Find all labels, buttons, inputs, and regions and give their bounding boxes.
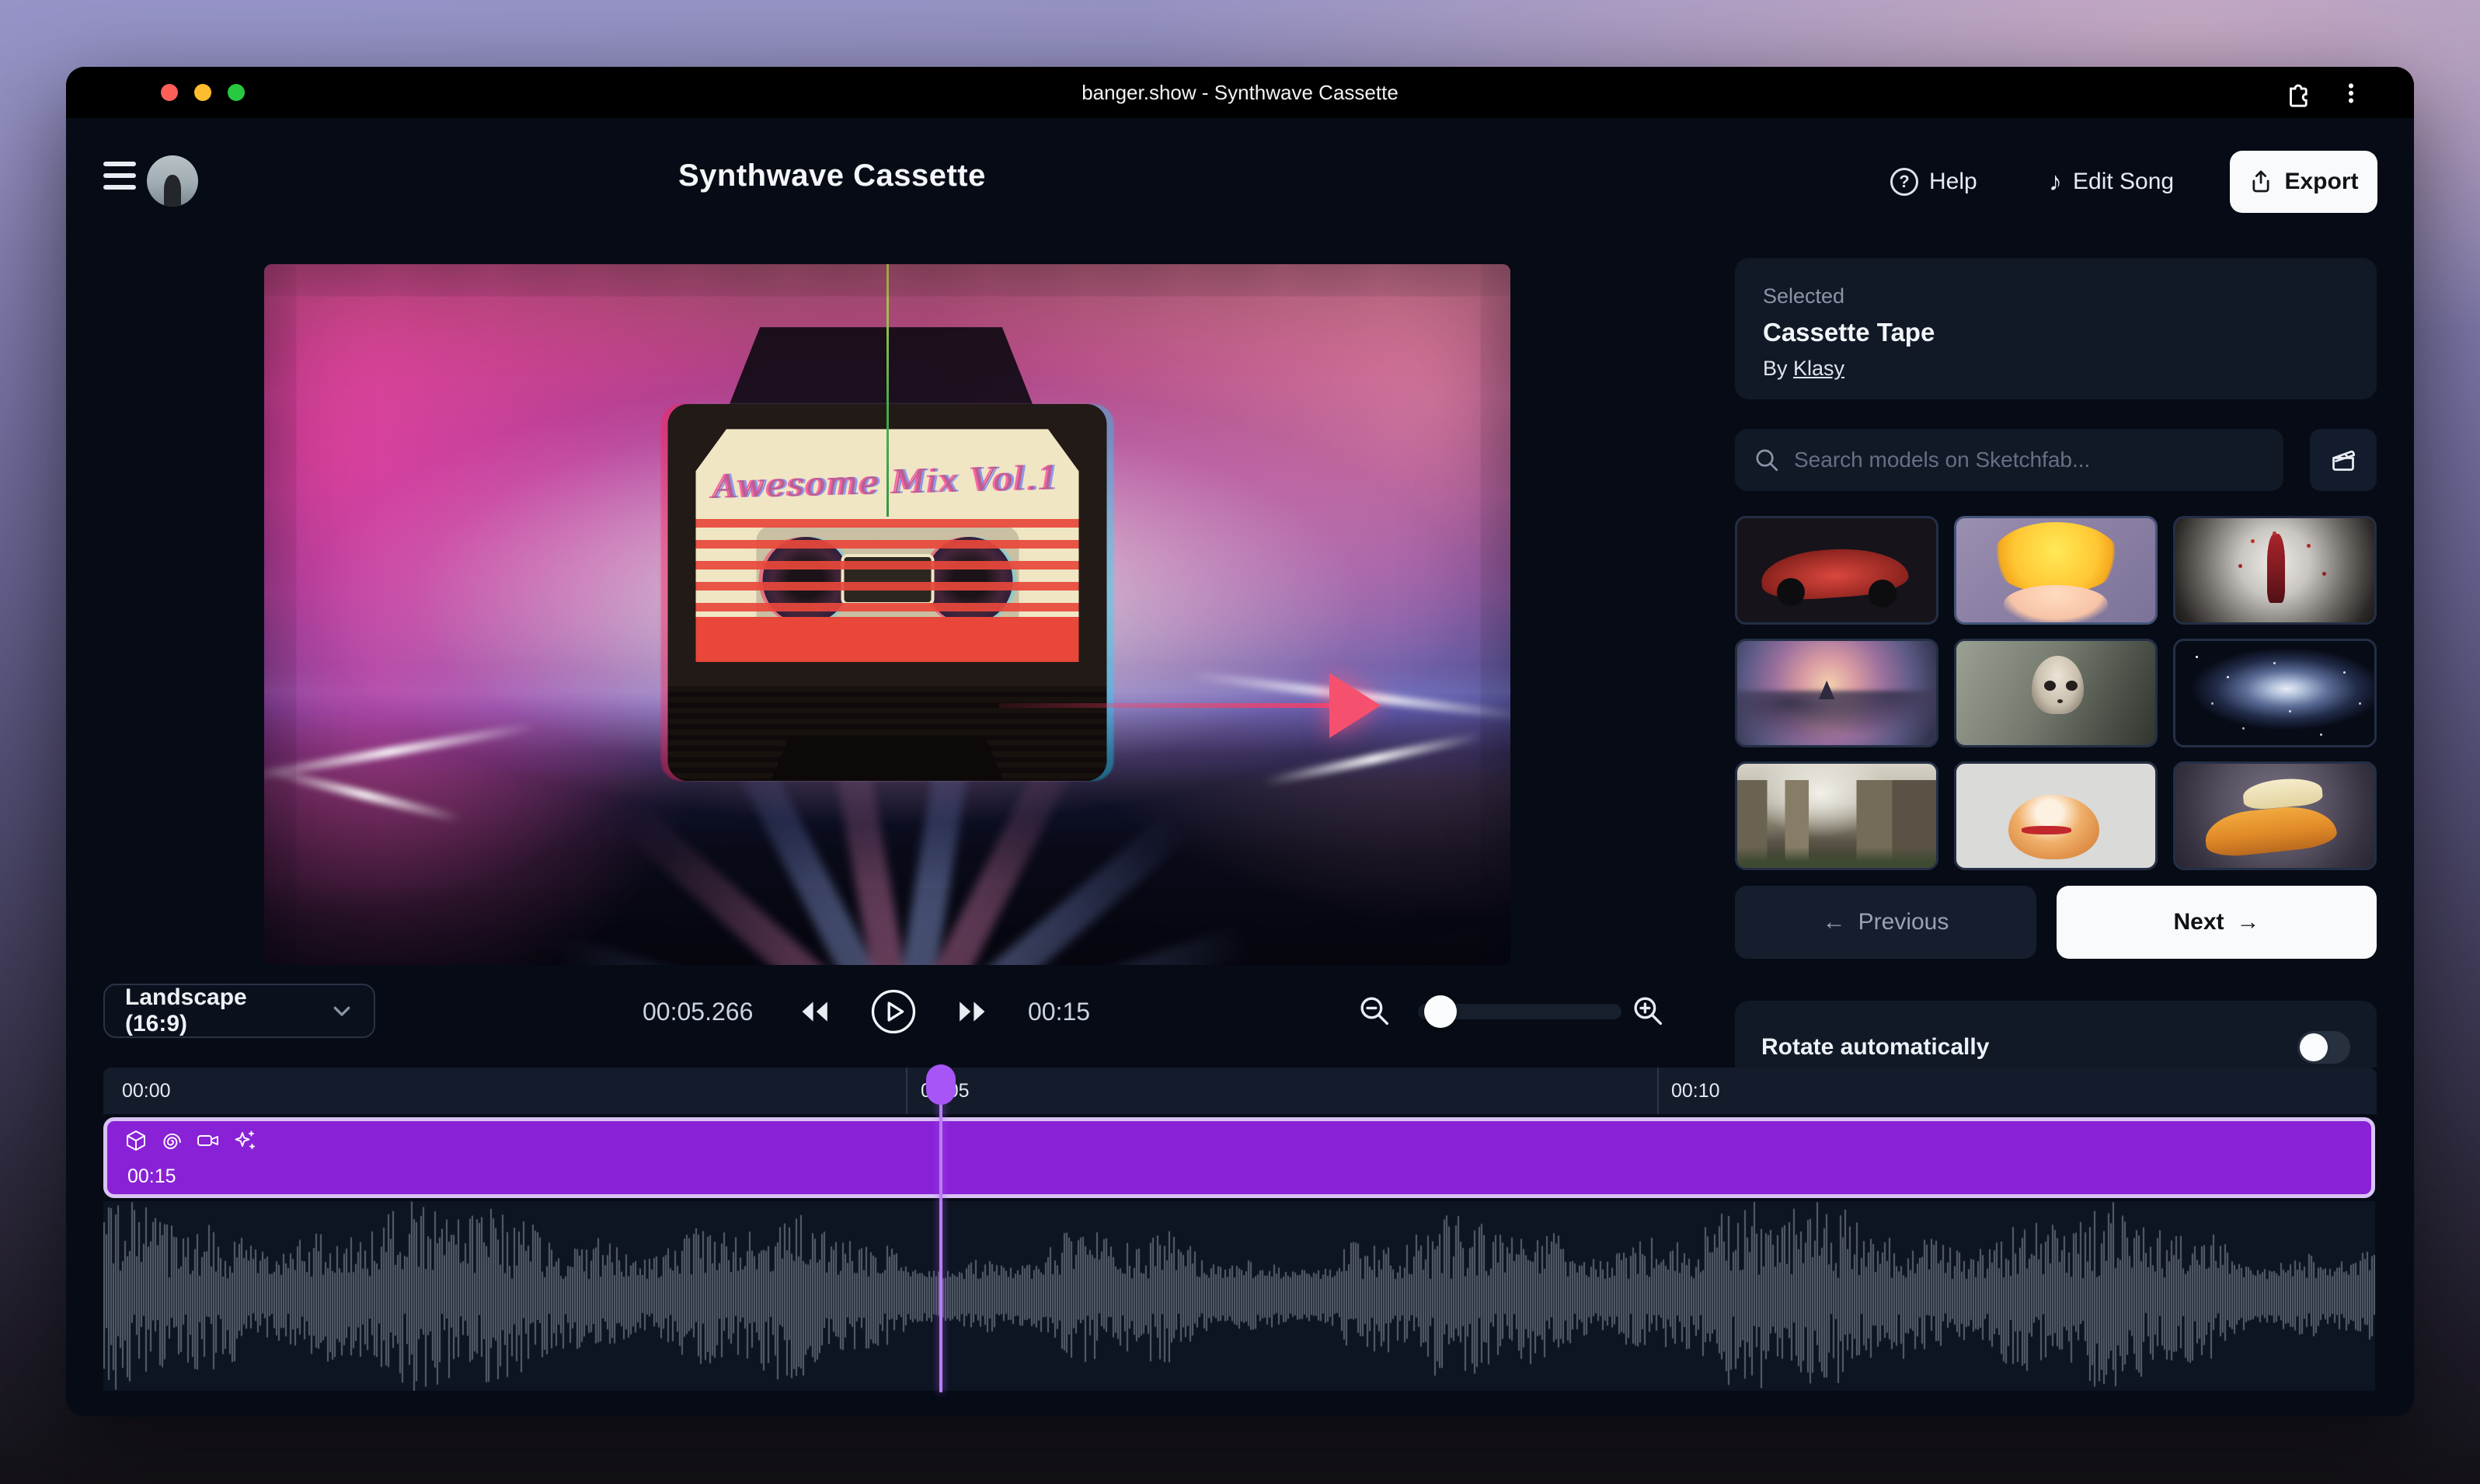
toggle-knob	[2300, 1033, 2328, 1061]
ruler-divider	[1657, 1068, 1659, 1114]
total-time: 00:15	[1028, 998, 1090, 1026]
clapperboard-button[interactable]	[2310, 429, 2377, 491]
previous-label: Previous	[1858, 909, 1949, 935]
model-thumbnail-skull[interactable]	[1954, 639, 2158, 747]
aspect-ratio-select[interactable]: Landscape (16:9)	[103, 984, 375, 1038]
transport-controls: 00:05.266 00:15	[643, 979, 1090, 1044]
app-window: banger.show - Synthwave Cassette Synthwa…	[66, 67, 2414, 1416]
cube-icon	[124, 1129, 148, 1152]
page-title: Synthwave Cassette	[678, 159, 986, 193]
search-input[interactable]	[1794, 448, 2265, 472]
audio-waveform[interactable]	[103, 1201, 2375, 1391]
next-button[interactable]: Next →	[2057, 886, 2377, 959]
model-thumbnail-galaxy[interactable]	[2173, 639, 2377, 747]
sparkles-icon	[233, 1129, 256, 1152]
spiral-icon	[160, 1129, 183, 1152]
avatar[interactable]	[147, 155, 198, 207]
zoom-out-button[interactable]	[1357, 979, 1393, 1044]
fast-forward-button[interactable]	[956, 998, 989, 1025]
search-icon	[1754, 447, 1780, 473]
menu-icon[interactable]	[103, 162, 136, 200]
ruler-marker: 00:10	[1671, 1080, 1720, 1103]
clip-duration: 00:15	[127, 1165, 176, 1188]
ruler-marker: 00:00	[122, 1080, 171, 1103]
model-thumbnail-city-street[interactable]	[1735, 761, 1938, 870]
model-thumbnail-anime-girl[interactable]	[1954, 516, 2158, 625]
playhead-line[interactable]	[939, 1068, 942, 1392]
rotate-card: Rotate automatically	[1735, 1001, 2377, 1068]
zoom-slider-knob[interactable]	[1424, 995, 1457, 1028]
window-title: banger.show - Synthwave Cassette	[66, 67, 2414, 118]
selected-model-author: By Klasy	[1763, 357, 2349, 381]
ruler-divider	[906, 1068, 907, 1114]
extensions-icon[interactable]	[2283, 78, 2313, 108]
model-search	[1735, 429, 2283, 491]
next-label: Next	[2173, 909, 2224, 935]
video-clip[interactable]: 00:15	[103, 1117, 2375, 1198]
aspect-ratio-value: Landscape (16:9)	[125, 984, 315, 1037]
current-time: 00:05.266	[643, 998, 759, 1026]
model-thumbnail-clouds-angel[interactable]	[1735, 639, 1938, 747]
rotate-toggle[interactable]	[2297, 1031, 2350, 1064]
previous-button[interactable]: ← Previous	[1735, 886, 2036, 959]
author-link[interactable]: Klasy	[1793, 357, 1844, 380]
model-panel: Selected Cassette Tape By Klasy	[1735, 118, 2377, 1068]
timeline-ruler[interactable]: 00:00 00:05 00:10	[103, 1068, 2377, 1114]
selected-label: Selected	[1763, 284, 2349, 308]
timeline: 00:00 00:05 00:10	[103, 1068, 2377, 1394]
rotate-automatically-label: Rotate automatically	[1761, 1034, 2297, 1061]
clapperboard-icon	[2328, 444, 2359, 476]
arrow-right-icon: →	[2237, 909, 2260, 935]
selected-model-card: Selected Cassette Tape By Klasy	[1735, 258, 2377, 399]
chevron-down-icon	[330, 999, 354, 1022]
model-thumbnail-shiba-dog[interactable]	[1954, 761, 2158, 870]
app-body: Synthwave Cassette ? Help ♪ Edit Song Ex…	[66, 118, 2414, 1416]
model-thumbnail-red-witch[interactable]	[2173, 516, 2377, 625]
rewind-button[interactable]	[798, 998, 831, 1025]
browser-menu-icon[interactable]	[2336, 78, 2366, 108]
preview-viewport[interactable]: Awesome Mix Vol.1	[264, 264, 1510, 965]
desktop-wallpaper: banger.show - Synthwave Cassette Synthwa…	[0, 0, 2480, 1484]
model-thumbnail-red-sports-car[interactable]	[1735, 516, 1938, 625]
selected-model-name: Cassette Tape	[1763, 318, 2349, 347]
timeline-zoom-slider[interactable]	[1418, 1004, 1621, 1019]
model-thumbnail-grid	[1735, 516, 2377, 870]
vignette	[264, 264, 1510, 965]
video-camera-icon	[196, 1129, 221, 1152]
by-label: By	[1763, 357, 1793, 380]
arrow-left-icon: ←	[1823, 909, 1846, 935]
play-button[interactable]	[869, 988, 918, 1036]
model-thumbnail-orange-vintage-car[interactable]	[2173, 761, 2377, 870]
clip-icons	[124, 1129, 256, 1152]
playhead-handle[interactable]	[926, 1064, 956, 1105]
titlebar: banger.show - Synthwave Cassette	[66, 67, 2414, 118]
zoom-in-button[interactable]	[1631, 979, 1667, 1044]
